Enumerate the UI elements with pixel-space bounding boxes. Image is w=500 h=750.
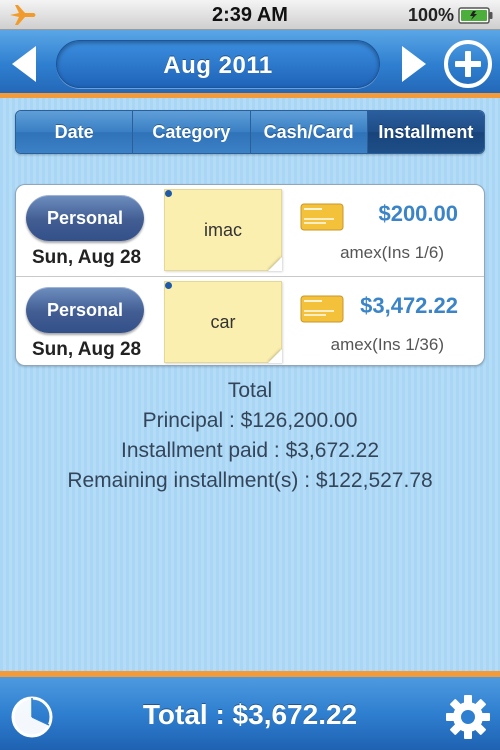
memo-text: car [210, 311, 236, 332]
installment-paid-total: Installment paid : $3,672.22 [120, 439, 379, 462]
gear-icon[interactable] [444, 693, 492, 746]
entry-detail: amex(Ins 1/6) [340, 243, 444, 262]
left-arrow-icon[interactable] [10, 44, 38, 89]
remaining-installments-total: Remaining installment(s) : $122,527.78 [67, 469, 433, 492]
battery-percentage: 100% [407, 5, 454, 25]
view-tabs: Date Category Cash/Card Installment [15, 110, 485, 154]
bottom-total: Total : $3,672.22 [142, 699, 358, 730]
entry-amount: $200.00 [378, 201, 458, 226]
memo-note: imac [164, 189, 282, 271]
category-badge: Personal [26, 195, 144, 241]
tab-date[interactable]: Date [16, 111, 134, 153]
credit-card-icon [300, 295, 344, 328]
entry-amount: $3,472.22 [360, 293, 458, 318]
tab-installment[interactable]: Installment [367, 111, 484, 153]
totals-summary: Total Principal : $126,200.00 Installmen… [0, 376, 500, 496]
pin-icon [165, 190, 172, 197]
page-curl-icon [268, 349, 282, 363]
battery-icon [458, 7, 494, 29]
list-item[interactable]: Personal Sun, Aug 28 car $3,472.22 amex(… [16, 276, 484, 365]
right-arrow-icon[interactable] [400, 44, 428, 89]
principal-total: Principal : $126,200.00 [142, 409, 358, 432]
credit-card-icon [300, 203, 344, 236]
totals-heading: Total [227, 379, 273, 402]
category-badge: Personal [26, 287, 144, 333]
tab-cash-card[interactable]: Cash/Card [250, 111, 368, 153]
memo-text: imac [203, 219, 242, 240]
entry-detail: amex(Ins 1/36) [330, 335, 444, 354]
month-selector[interactable]: Aug 2011 [56, 40, 380, 88]
pin-icon [165, 282, 172, 289]
entry-list: Personal Sun, Aug 28 imac $200.00 amex(I… [15, 184, 485, 366]
plus-circle-icon[interactable] [443, 39, 493, 94]
page-curl-icon [268, 257, 282, 271]
status-bar: 2:39 AM 100% [0, 0, 500, 30]
nav-bar: Aug 2011 [0, 30, 500, 98]
bottom-bar: Total : $3,672.22 [0, 671, 500, 750]
entry-date: Sun, Aug 28 [32, 247, 142, 268]
entry-date: Sun, Aug 28 [32, 339, 142, 360]
list-item[interactable]: Personal Sun, Aug 28 imac $200.00 amex(I… [16, 185, 484, 276]
memo-note: car [164, 281, 282, 363]
tab-category[interactable]: Category [133, 111, 251, 153]
nav-title: Aug 2011 [163, 52, 273, 79]
